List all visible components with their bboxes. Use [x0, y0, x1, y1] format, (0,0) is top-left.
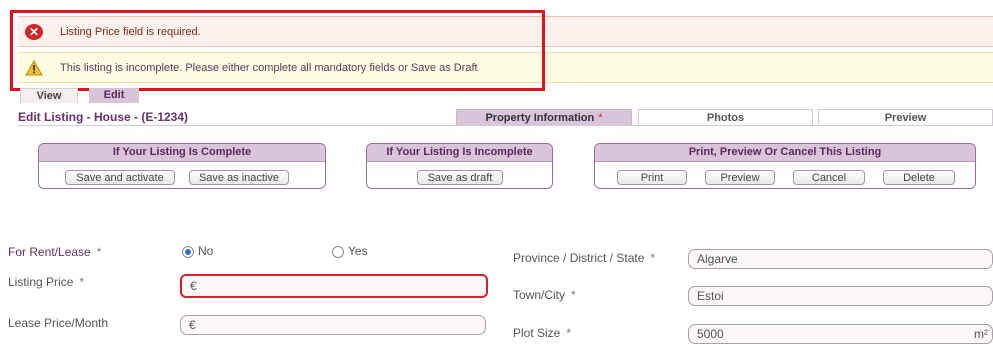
print-preview-cancel-group: Print, Preview Or Cancel This Listing Pr…	[594, 143, 976, 189]
tab-property-information[interactable]: Property Information *	[456, 109, 632, 125]
error-message: Listing Price field is required.	[60, 25, 201, 38]
plot-size-input[interactable]: 5000 m²	[688, 324, 993, 344]
province-label-text: Province / District / State	[513, 251, 645, 265]
tab-view[interactable]: View	[20, 88, 78, 103]
plot-size-label-text: Plot Size	[513, 326, 561, 340]
listing-price-input[interactable]: €	[180, 274, 488, 298]
save-as-inactive-button[interactable]: Save as inactive	[189, 170, 289, 185]
required-marker: *	[598, 112, 603, 124]
tab-preview[interactable]: Preview	[818, 109, 993, 125]
plot-size-unit: m²	[974, 327, 988, 341]
tab-edit[interactable]: Edit	[89, 88, 139, 103]
page-title: Edit Listing - House - (E-1234)	[18, 110, 189, 124]
delete-button[interactable]: Delete	[883, 170, 955, 185]
for-rent-label-text: For Rent/Lease	[8, 245, 91, 259]
for-rent-label: For Rent/Lease *	[8, 245, 101, 259]
incomplete-listing-group: If Your Listing Is Incomplete Save as dr…	[366, 143, 553, 189]
save-as-draft-button[interactable]: Save as draft	[417, 170, 503, 185]
for-rent-yes-option[interactable]: Yes	[332, 244, 368, 258]
required-marker: *	[650, 251, 656, 265]
tab-photos[interactable]: Photos	[638, 109, 813, 125]
preview-button[interactable]: Preview	[705, 170, 775, 185]
province-input[interactable]: Algarve	[688, 249, 993, 269]
warning-message: This listing is incomplete. Please eithe…	[60, 61, 478, 74]
plot-size-value: 5000	[697, 327, 724, 341]
town-input[interactable]: Estoi	[688, 286, 993, 306]
for-rent-no-label: No	[198, 244, 214, 258]
warning-icon	[24, 58, 44, 78]
listing-price-label-text: Listing Price	[8, 275, 74, 289]
complete-listing-group: If Your Listing Is Complete Save and act…	[38, 143, 326, 189]
incomplete-group-title: If Your Listing Is Incomplete	[367, 144, 552, 162]
for-rent-no-option[interactable]: No	[182, 244, 213, 258]
save-and-activate-button[interactable]: Save and activate	[65, 170, 175, 185]
print-button[interactable]: Print	[617, 170, 687, 185]
complete-group-title: If Your Listing Is Complete	[39, 144, 325, 162]
tab-property-information-label: Property Information	[485, 112, 595, 124]
for-rent-yes-label: Yes	[348, 244, 368, 258]
error-icon: ✕	[24, 22, 44, 42]
required-marker: *	[566, 326, 572, 340]
radio-selected-icon[interactable]	[182, 245, 194, 258]
town-label-text: Town/City	[513, 288, 566, 302]
print-group-title: Print, Preview Or Cancel This Listing	[595, 144, 975, 162]
province-label: Province / District / State *	[513, 251, 655, 265]
plot-size-label: Plot Size *	[513, 326, 571, 340]
cancel-button[interactable]: Cancel	[793, 170, 865, 185]
listing-price-label: Listing Price *	[8, 275, 84, 289]
radio-unselected-icon[interactable]	[332, 245, 344, 258]
required-marker: *	[79, 275, 85, 289]
town-label: Town/City *	[513, 288, 576, 302]
required-marker: *	[96, 245, 102, 259]
error-alert: ✕ Listing Price field is required.	[18, 16, 993, 47]
lease-price-label: Lease Price/Month	[8, 316, 109, 330]
required-marker: *	[571, 288, 576, 302]
warning-alert: This listing is incomplete. Please eithe…	[18, 52, 993, 83]
lease-price-input[interactable]: €	[180, 315, 486, 335]
